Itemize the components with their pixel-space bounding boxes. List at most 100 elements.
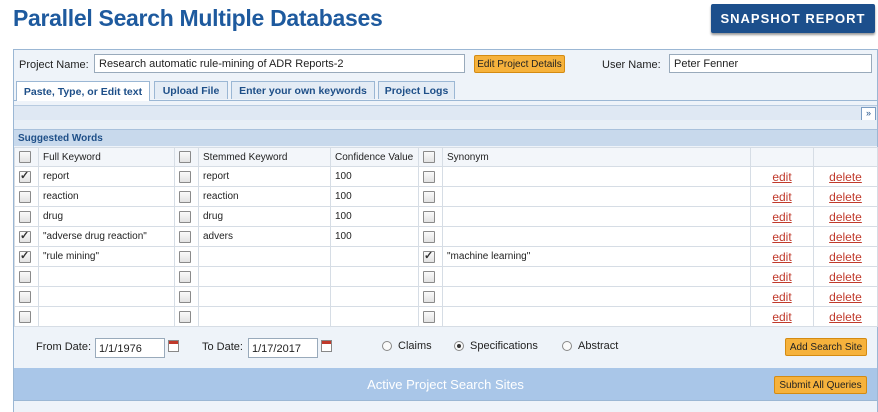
from-date-input[interactable]: 1/1/1976 (95, 338, 165, 358)
tab-paste-text[interactable]: Paste, Type, or Edit text (16, 81, 150, 101)
full-keyword-checkbox[interactable] (19, 210, 31, 223)
full-keyword-checkbox[interactable] (19, 169, 31, 183)
synonym-checkbox[interactable] (423, 290, 435, 303)
edit-link[interactable]: edit (772, 230, 791, 244)
delete-link[interactable]: delete (829, 250, 862, 264)
stemmed-keyword-cell (198, 246, 331, 267)
stemmed-keyword-checkbox[interactable] (179, 170, 191, 183)
full-keyword-cell: report (38, 166, 175, 187)
stemmed-keyword-checkbox[interactable] (179, 230, 191, 243)
from-date-label: From Date: (36, 341, 92, 353)
project-name-label: Project Name: (19, 59, 89, 71)
synonym-cell: "machine learning" (442, 246, 751, 267)
synonym-checkbox[interactable] (423, 170, 435, 183)
full-keyword-cell: drug (38, 206, 175, 227)
to-date-input[interactable]: 1/17/2017 (248, 338, 318, 358)
edit-link[interactable]: edit (772, 170, 791, 184)
stemmed-keyword-cell (198, 266, 331, 287)
project-name-input[interactable]: Research automatic rule-mining of ADR Re… (94, 54, 465, 73)
full-keyword-checkbox[interactable] (19, 249, 31, 263)
delete-link[interactable]: delete (829, 170, 862, 184)
editor-strip (14, 120, 877, 129)
synonym-cell (442, 226, 751, 247)
table-row: edit delete (14, 306, 878, 327)
full-keyword-checkbox[interactable] (19, 190, 31, 203)
stemmed-keyword-cell: advers (198, 226, 331, 247)
delete-link[interactable]: delete (829, 190, 862, 204)
full-keyword-cell: "rule mining" (38, 246, 175, 267)
select-all-synonym-checkbox[interactable] (423, 151, 435, 163)
col-full-keyword: Full Keyword (38, 147, 175, 167)
sites-list-area (14, 400, 877, 412)
full-keyword-checkbox[interactable] (19, 290, 31, 303)
full-keyword-checkbox[interactable] (19, 270, 31, 283)
stemmed-keyword-cell (198, 286, 331, 307)
specifications-label: Specifications (470, 340, 538, 352)
synonym-checkbox[interactable] (423, 249, 435, 263)
stemmed-keyword-cell (198, 306, 331, 327)
stemmed-keyword-checkbox[interactable] (179, 290, 191, 303)
synonym-cell (442, 166, 751, 187)
abstract-label: Abstract (578, 340, 619, 352)
confidence-cell: 100 (330, 206, 419, 227)
delete-link[interactable]: delete (829, 210, 862, 224)
full-keyword-cell (38, 306, 175, 327)
stemmed-keyword-checkbox[interactable] (179, 250, 191, 263)
synonym-checkbox[interactable] (423, 270, 435, 283)
select-all-stemmed-checkbox[interactable] (179, 151, 191, 163)
full-keyword-cell: "adverse drug reaction" (38, 226, 175, 247)
active-search-sites-title: Active Project Search Sites (367, 376, 524, 392)
abstract-radio[interactable] (562, 341, 572, 351)
edit-link[interactable]: edit (772, 250, 791, 264)
delete-link[interactable]: delete (829, 230, 862, 244)
suggested-words-table: Full Keyword Stemmed Keyword Confidence … (14, 147, 878, 327)
specifications-radio[interactable] (454, 341, 464, 351)
edit-link[interactable]: edit (772, 310, 791, 324)
confidence-cell: 100 (330, 226, 419, 247)
synonym-checkbox[interactable] (423, 210, 435, 223)
snapshot-report-button[interactable]: SNAPSHOT REPORT (711, 4, 875, 33)
full-keyword-checkbox[interactable] (19, 229, 31, 243)
table-row: "rule mining" "machine learning" edit delet… (14, 246, 878, 267)
select-all-full-checkbox[interactable] (19, 151, 31, 163)
stemmed-keyword-cell: reaction (198, 186, 331, 207)
edit-link[interactable]: edit (772, 270, 791, 284)
expand-chevron-icon[interactable]: » (861, 107, 876, 121)
synonym-cell (442, 266, 751, 287)
table-row: reportreport100editdelete (14, 166, 878, 187)
synonym-checkbox[interactable] (423, 230, 435, 243)
synonym-checkbox[interactable] (423, 310, 435, 323)
stemmed-keyword-checkbox[interactable] (179, 210, 191, 223)
full-keyword-cell (38, 286, 175, 307)
stemmed-keyword-cell: drug (198, 206, 331, 227)
delete-link[interactable]: delete (829, 310, 862, 324)
from-calendar-icon[interactable] (168, 340, 179, 352)
to-date-label: To Date: (202, 341, 243, 353)
col-synonym: Synonym (442, 147, 751, 167)
stemmed-keyword-checkbox[interactable] (179, 270, 191, 283)
tab-project-logs[interactable]: Project Logs (378, 81, 455, 99)
submit-all-queries-button[interactable]: Submit All Queries (774, 376, 867, 394)
delete-link[interactable]: delete (829, 270, 862, 284)
synonym-checkbox[interactable] (423, 190, 435, 203)
tab-upload-file[interactable]: Upload File (154, 81, 228, 99)
edit-link[interactable]: edit (772, 210, 791, 224)
active-search-sites-bar: Active Project Search Sites Submit All Q… (14, 368, 877, 400)
to-calendar-icon[interactable] (321, 340, 332, 352)
user-name-input[interactable]: Peter Fenner (669, 54, 872, 73)
tab-own-keywords[interactable]: Enter your own keywords (231, 81, 375, 99)
confidence-cell: 100 (330, 186, 419, 207)
synonym-cell (442, 306, 751, 327)
edit-project-details-button[interactable]: Edit Project Details (474, 55, 565, 73)
stemmed-keyword-checkbox[interactable] (179, 190, 191, 203)
full-keyword-checkbox[interactable] (19, 310, 31, 323)
table-row: "adverse drug reaction" advers100 edit dele… (14, 226, 878, 247)
add-search-site-button[interactable]: Add Search Site (785, 338, 867, 356)
confidence-cell (330, 286, 419, 307)
delete-link[interactable]: delete (829, 290, 862, 304)
claims-radio[interactable] (382, 341, 392, 351)
stemmed-keyword-checkbox[interactable] (179, 310, 191, 323)
edit-link[interactable]: edit (772, 190, 791, 204)
edit-link[interactable]: edit (772, 290, 791, 304)
tab-bar: Paste, Type, or Edit text Upload File En… (14, 80, 877, 101)
